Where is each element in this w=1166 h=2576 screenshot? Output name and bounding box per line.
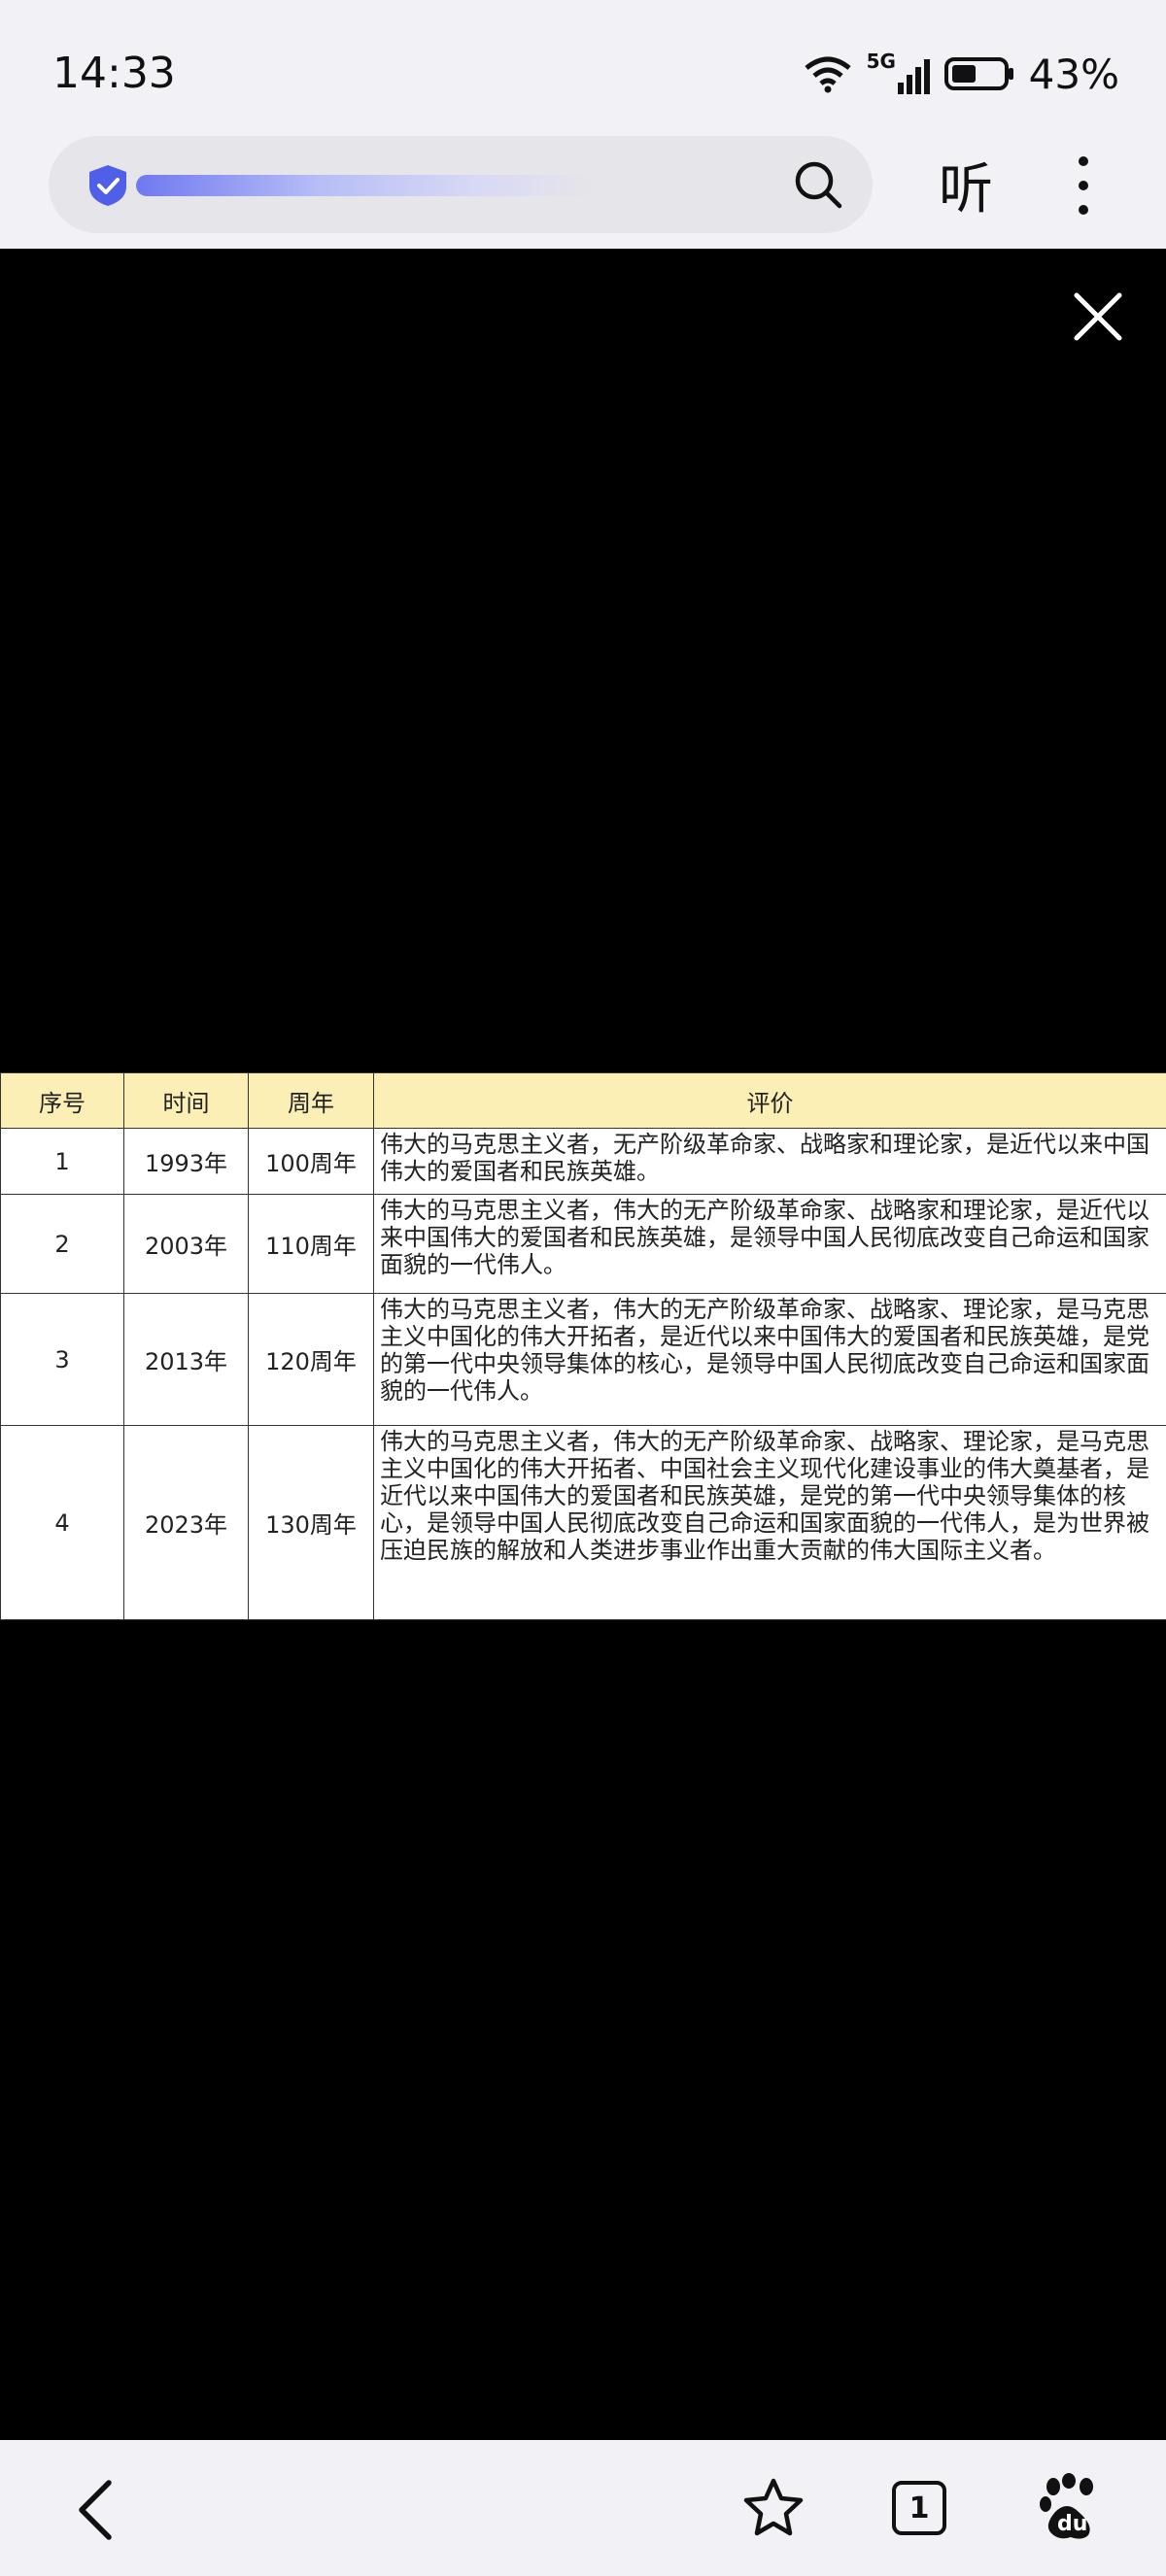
- cell-no: 3: [0, 1293, 124, 1426]
- network-type: 5G: [866, 50, 896, 73]
- cell-year: 2013年: [123, 1293, 249, 1426]
- signal-icon: 5G: [866, 50, 930, 94]
- header-evaluation: 评价: [373, 1072, 1166, 1129]
- table-row: 2 2003年 110周年 伟大的马克思主义者，伟大的无产阶级革命家、战略家和理…: [0, 1194, 1166, 1294]
- cell-year: 2003年: [123, 1194, 249, 1294]
- listen-button[interactable]: 听: [939, 146, 993, 224]
- cell-no: 4: [0, 1425, 124, 1620]
- cell-evaluation: 伟大的马克思主义者，伟大的无产阶级革命家、战略家、理论家，是马克思主义中国化的伟…: [373, 1293, 1166, 1426]
- browser-toolbar: 听: [0, 136, 1166, 249]
- evaluation-table: 序号 时间 周年 评价 1 1993年 100周年 伟大的马克思主义者，无产阶级…: [0, 1072, 1166, 1620]
- wifi-icon: [805, 56, 851, 93]
- battery-icon: [943, 57, 1013, 90]
- search-icon[interactable]: [793, 159, 843, 210]
- cell-evaluation: 伟大的马克思主义者，伟大的无产阶级革命家、战略家、理论家，是马克思主义中国化的伟…: [373, 1425, 1166, 1620]
- cell-evaluation: 伟大的马克思主义者，无产阶级革命家、战略家和理论家，是近代以来中国伟大的爱国者和…: [373, 1128, 1166, 1195]
- header-no: 序号: [0, 1072, 124, 1129]
- header-year: 时间: [123, 1072, 249, 1129]
- table-row: 1 1993年 100周年 伟大的马克思主义者，无产阶级革命家、战略家和理论家，…: [0, 1128, 1166, 1195]
- cell-year: 2023年: [123, 1425, 249, 1620]
- table-row: 4 2023年 130周年 伟大的马克思主义者，伟大的无产阶级革命家、战略家、理…: [0, 1425, 1166, 1620]
- cell-no: 1: [0, 1128, 124, 1195]
- back-icon[interactable]: [74, 2479, 117, 2541]
- bottom-nav: 1 du: [0, 2440, 1166, 2576]
- cell-evaluation: 伟大的马克思主义者，伟大的无产阶级革命家、战略家和理论家，是近代以来中国伟大的爱…: [373, 1194, 1166, 1294]
- status-icons: 5G 43%: [803, 47, 1119, 101]
- cell-anniversary: 100周年: [248, 1128, 374, 1195]
- cell-anniversary: 110周年: [248, 1194, 374, 1294]
- table-image: 序号 时间 周年 评价 1 1993年 100周年 伟大的马克思主义者，无产阶级…: [0, 1072, 1166, 1620]
- tabs-count: 1: [909, 2491, 930, 2525]
- baidu-text: du: [1057, 2512, 1088, 2536]
- table-row: 3 2013年 120周年 伟大的马克思主义者，伟大的无产阶级革命家、战略家、理…: [0, 1293, 1166, 1426]
- cell-anniversary: 130周年: [248, 1425, 374, 1620]
- battery-percent: 43%: [1028, 50, 1119, 98]
- table-header-row: 序号 时间 周年 评价: [0, 1072, 1166, 1129]
- more-icon[interactable]: [1069, 153, 1098, 218]
- status-time: 14:33: [52, 49, 176, 98]
- baidu-paw-icon[interactable]: du: [1040, 2473, 1102, 2543]
- shield-icon: [89, 165, 126, 206]
- address-bar[interactable]: [49, 136, 873, 233]
- status-bar: 14:33 5G 43%: [0, 0, 1166, 136]
- page-load-progress: [136, 175, 593, 196]
- cell-anniversary: 120周年: [248, 1293, 374, 1426]
- header-anniversary: 周年: [248, 1072, 374, 1129]
- tabs-icon[interactable]: 1: [892, 2481, 946, 2535]
- cell-no: 2: [0, 1194, 124, 1294]
- cell-year: 1993年: [123, 1128, 249, 1195]
- close-icon[interactable]: [1069, 288, 1127, 346]
- star-icon[interactable]: [742, 2477, 805, 2537]
